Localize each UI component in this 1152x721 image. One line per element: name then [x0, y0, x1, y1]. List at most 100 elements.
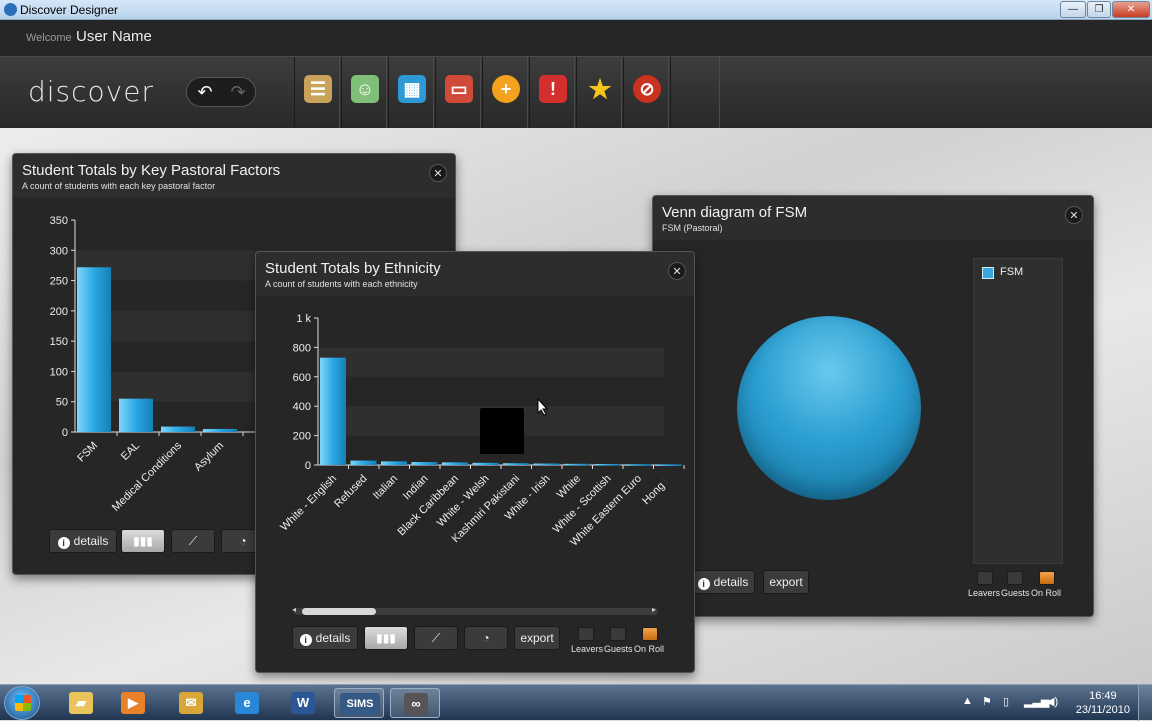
y-tick-label: 100 — [50, 366, 68, 378]
close-icon[interactable]: ✕ — [1065, 206, 1083, 224]
on-roll-filter-toggle[interactable] — [642, 627, 658, 641]
x-tick-label: Refused — [332, 473, 369, 510]
details-button[interactable]: i details — [292, 626, 358, 650]
start-button[interactable] — [4, 686, 40, 720]
info-icon: i — [57, 537, 70, 549]
block-icon: ⊘ — [633, 75, 661, 103]
bar-chart-view-button[interactable]: ▮▮▮ — [364, 626, 408, 650]
clock-time: 16:49 — [1089, 690, 1117, 702]
bar[interactable] — [411, 462, 438, 465]
media-player-icon: ▶ — [121, 692, 145, 714]
add-icon: + — [492, 75, 520, 103]
export-button[interactable]: export — [514, 626, 560, 650]
venn-legend: FSM — [973, 258, 1063, 564]
leavers-filter-toggle[interactable] — [977, 571, 993, 585]
nav-buttons: ↶ ↷ — [186, 77, 256, 107]
system-clock[interactable]: 16:49 23/11/2010 — [1076, 689, 1130, 717]
add-button[interactable]: + — [482, 57, 528, 129]
bar[interactable] — [594, 463, 621, 466]
user-name: User Name — [76, 28, 152, 45]
line-chart-view-button[interactable]: ⟋ — [414, 626, 458, 650]
panel-subtitle: A count of students with each key pastor… — [22, 181, 216, 191]
scrollbar-thumb[interactable] — [302, 608, 376, 615]
x-tick-label: Medical Conditions — [110, 439, 185, 514]
bar[interactable] — [472, 462, 499, 465]
maximize-button[interactable]: ❐ — [1087, 1, 1111, 18]
scroll-right-icon[interactable]: ▸ — [652, 605, 656, 614]
staff-records-button[interactable]: ☺ — [341, 57, 387, 129]
y-tick-label: 1 k — [296, 313, 311, 325]
leavers-filter-toggle[interactable] — [578, 627, 594, 641]
show-hidden-icons[interactable]: ▲ — [962, 695, 973, 707]
action-center-flag-icon[interactable]: ⚑ — [982, 695, 992, 708]
y-tick-label: 50 — [56, 397, 68, 409]
close-icon[interactable]: ✕ — [668, 262, 686, 280]
taskbar-sims-app[interactable]: SIMS — [334, 688, 384, 718]
y-tick-label: 300 — [50, 245, 68, 257]
bar[interactable] — [320, 357, 346, 465]
bar[interactable] — [203, 428, 237, 432]
show-desktop-button[interactable] — [1138, 685, 1152, 721]
volume-icon[interactable]: ◀) — [1046, 695, 1058, 708]
taskbar-media-player[interactable]: ▶ — [108, 688, 158, 718]
panel-title: Venn diagram of FSM — [662, 204, 808, 221]
pie-chart-view-button[interactable]: ◔ — [464, 626, 508, 650]
bar[interactable] — [350, 460, 377, 465]
taskbar-word[interactable]: W — [278, 688, 328, 718]
leavers-label: Leavers — [571, 644, 604, 654]
minimize-button[interactable]: — — [1060, 1, 1086, 18]
scroll-left-icon[interactable]: ◂ — [292, 605, 296, 614]
pie-chart-icon: ◔ — [482, 631, 490, 645]
on-roll-filter-toggle[interactable] — [1039, 571, 1055, 585]
x-tick-label: Asylum — [192, 440, 226, 474]
close-window-button[interactable]: ✕ — [1112, 1, 1150, 18]
close-icon[interactable]: ✕ — [429, 164, 447, 182]
toolbar-overflow-button[interactable] — [670, 57, 720, 129]
bar[interactable] — [381, 461, 407, 465]
structure-icon: ▦ — [398, 75, 426, 103]
bar[interactable] — [77, 267, 111, 432]
block-button[interactable]: ⊘ — [623, 57, 669, 129]
horizontal-scrollbar[interactable] — [294, 608, 658, 615]
panel-title: Student Totals by Ethnicity — [265, 260, 441, 277]
bar[interactable] — [442, 462, 468, 465]
bar[interactable] — [503, 463, 529, 465]
y-tick-label: 400 — [293, 401, 311, 413]
grid-band — [318, 347, 664, 377]
student-records-button[interactable]: ☰ — [294, 57, 340, 129]
line-chart-view-button[interactable]: ⟋ — [171, 529, 215, 553]
bar[interactable] — [119, 398, 153, 432]
x-tick-label: Italian — [371, 473, 400, 502]
guests-filter-toggle[interactable] — [1007, 571, 1023, 585]
details-button[interactable]: i details — [49, 529, 117, 553]
discover-logo: discover — [28, 75, 154, 108]
on-roll-label: On Roll — [1031, 588, 1062, 598]
staff-records-icon: ☺ — [351, 75, 379, 103]
calendar-button[interactable]: ▭ — [435, 57, 481, 129]
panel-subtitle: A count of students with each ethnicity — [265, 279, 418, 289]
guests-filter-toggle[interactable] — [610, 627, 626, 641]
ethnicity-panel: Student Totals by Ethnicity A count of s… — [255, 251, 695, 673]
bar[interactable] — [655, 464, 682, 466]
favourite-button[interactable]: ★ — [576, 57, 622, 129]
y-tick-label: 600 — [293, 372, 311, 384]
details-button[interactable]: i details — [691, 570, 755, 594]
bar[interactable] — [625, 464, 651, 466]
taskbar-outlook[interactable]: ✉ — [166, 688, 216, 718]
alert-icon: ! — [539, 75, 567, 103]
power-icon[interactable]: ▯ — [1003, 695, 1009, 708]
taskbar-explorer[interactable]: ▰ — [56, 688, 106, 718]
alert-button[interactable]: ! — [529, 57, 575, 129]
bar-chart-view-button[interactable]: ▮▮▮ — [121, 529, 165, 553]
taskbar-discover-app[interactable]: ∞ — [390, 688, 440, 718]
export-button[interactable]: export — [763, 570, 809, 594]
structure-button[interactable]: ▦ — [388, 57, 434, 129]
bar[interactable] — [564, 463, 590, 466]
bar[interactable] — [161, 426, 195, 432]
fsm-venn-circle[interactable] — [737, 316, 921, 500]
back-icon[interactable]: ↶ — [190, 81, 220, 103]
on-roll-label: On Roll — [634, 644, 665, 654]
bar[interactable] — [533, 463, 560, 466]
forward-icon[interactable]: ↷ — [223, 81, 253, 103]
taskbar-internet-explorer[interactable]: e — [222, 688, 272, 718]
